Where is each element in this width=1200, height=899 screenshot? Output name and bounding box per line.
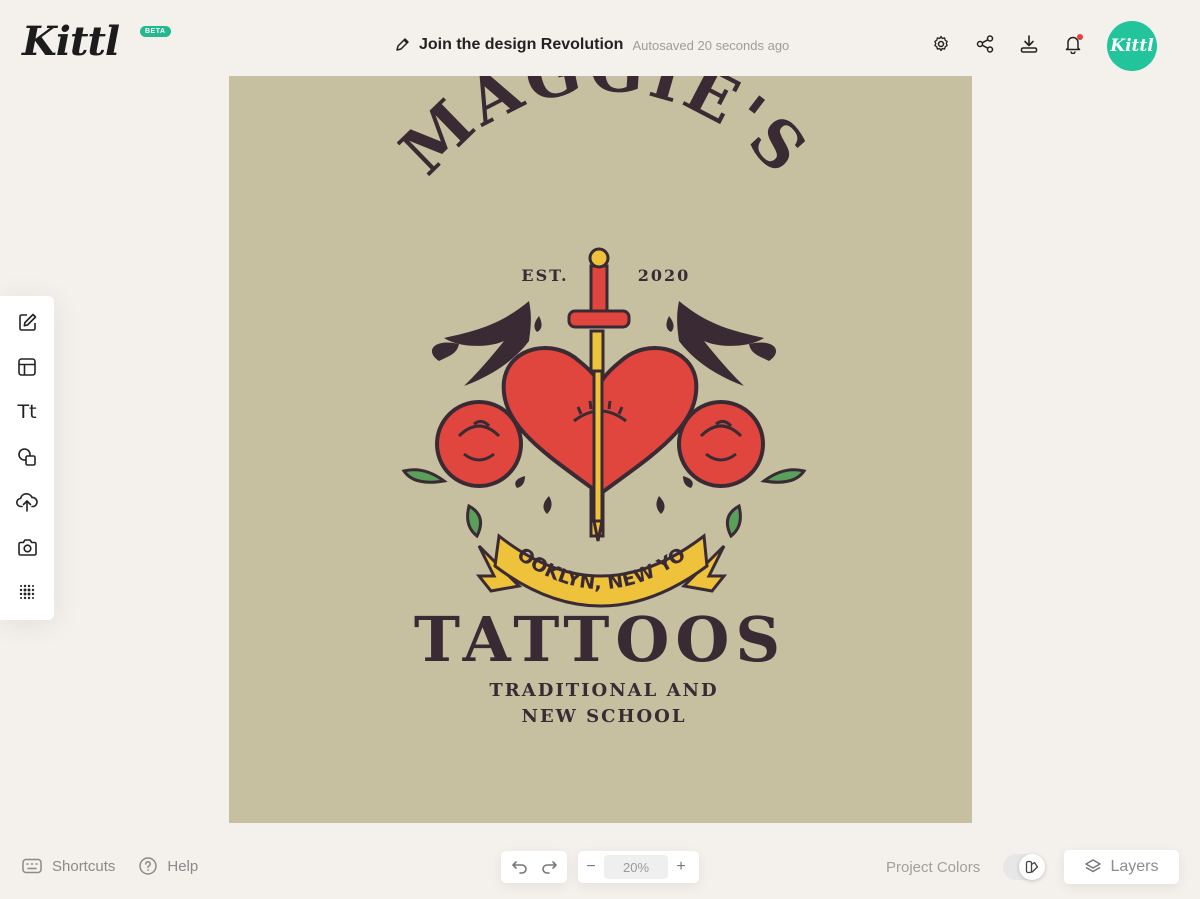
kittl-logo[interactable]: Kittl <box>22 18 120 65</box>
est-left-text[interactable]: EST. <box>521 266 568 285</box>
text-icon[interactable]: Tt <box>16 401 38 423</box>
header-actions <box>931 34 1083 54</box>
est-right-text[interactable]: 2020 <box>638 266 691 285</box>
help-label: Help <box>167 857 199 875</box>
zoom-out-button[interactable]: − <box>586 858 596 876</box>
rose-right[interactable] <box>677 400 807 539</box>
headline-text[interactable]: MAGGIE'S <box>386 76 823 190</box>
ribbon-banner[interactable] <box>475 533 728 608</box>
layers-label: Layers <box>1110 858 1159 875</box>
dagger-blade-front <box>592 369 604 523</box>
edit-icon[interactable] <box>16 311 38 333</box>
project-colors-toggle[interactable] <box>1003 854 1045 880</box>
autosave-status: Autosaved 20 seconds ago <box>632 37 790 53</box>
design-canvas[interactable]: MAGGIE'S EST. 2020 <box>229 76 972 823</box>
left-toolbar: Tt <box>0 296 54 620</box>
undo-icon[interactable] <box>511 860 529 874</box>
help-button[interactable]: Help <box>139 857 198 875</box>
shortcuts-button[interactable]: Shortcuts <box>22 858 115 875</box>
shortcuts-label: Shortcuts <box>52 857 116 875</box>
share-icon[interactable] <box>975 34 995 54</box>
zoom-level-input[interactable]: 20% <box>604 855 668 879</box>
zoom-in-button[interactable]: + <box>676 858 686 876</box>
rose-left[interactable] <box>401 400 523 539</box>
tagline-line-1[interactable]: TRADITIONAL AND <box>489 680 718 701</box>
project-colors-label: Project Colors <box>886 859 981 876</box>
pencil-icon[interactable] <box>394 37 410 53</box>
download-icon[interactable] <box>1019 34 1039 54</box>
avatar[interactable]: Kittl <box>1107 21 1157 71</box>
bell-icon[interactable] <box>1063 34 1083 54</box>
layers-icon <box>1085 859 1102 873</box>
beta-badge: BETA <box>140 26 171 37</box>
project-title-area[interactable]: Join the design Revolution Autosaved 20 … <box>394 34 789 56</box>
shapes-icon[interactable] <box>16 446 38 468</box>
layers-button[interactable]: Layers <box>1064 850 1179 884</box>
notification-dot <box>1077 34 1083 40</box>
bottom-left-links: Shortcuts Help <box>22 857 198 875</box>
camera-icon[interactable] <box>16 536 38 558</box>
zoom-control: − 20% + <box>578 851 699 883</box>
undo-redo-group <box>501 851 567 883</box>
palette-icon <box>1019 854 1045 880</box>
tattoo-design: MAGGIE'S EST. 2020 <box>229 76 823 727</box>
keyboard-icon <box>22 858 42 874</box>
project-title[interactable]: Join the design Revolution <box>419 36 623 54</box>
gear-icon[interactable] <box>931 34 951 54</box>
help-icon <box>139 857 158 875</box>
dagger-grip <box>589 264 609 313</box>
main-title-text[interactable]: TATTOOS <box>414 603 786 676</box>
redo-icon[interactable] <box>540 860 558 874</box>
dagger-pommel <box>588 247 610 269</box>
tagline-line-2[interactable]: NEW SCHOOL <box>521 706 686 727</box>
upload-icon[interactable] <box>16 491 38 513</box>
dagger-guard <box>567 309 631 329</box>
templates-icon[interactable] <box>16 356 38 378</box>
grid-dots-icon[interactable] <box>16 581 38 603</box>
